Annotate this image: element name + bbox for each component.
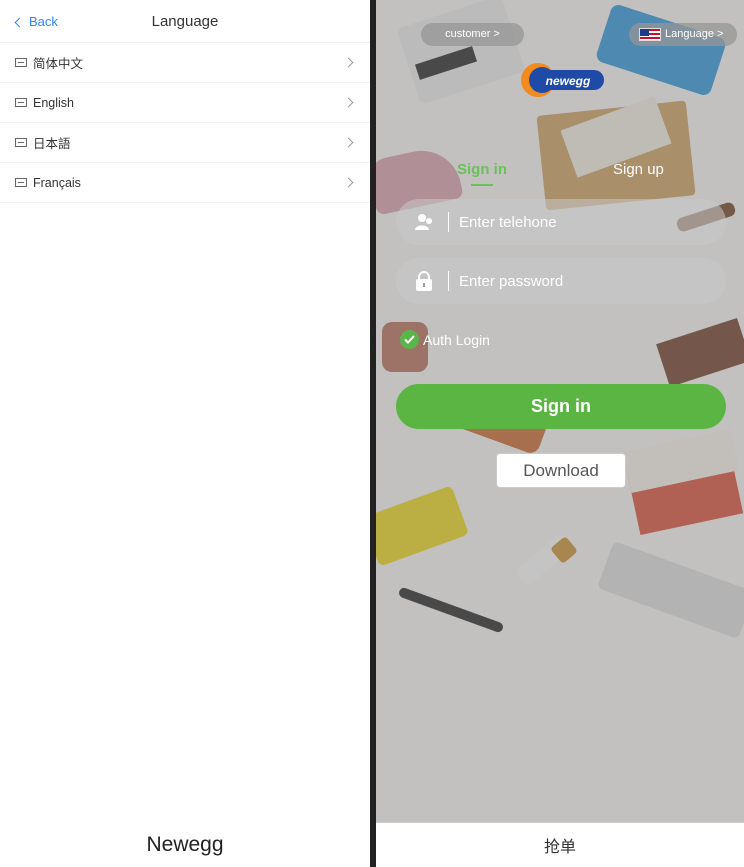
phone-field[interactable] — [396, 199, 726, 245]
check-icon — [400, 330, 419, 349]
flag-icon — [15, 138, 27, 147]
tab-sign-in[interactable]: Sign in — [457, 161, 507, 186]
language-item-chinese[interactable]: 简体中文 — [0, 43, 370, 83]
lock-icon — [414, 271, 434, 291]
chevron-right-icon — [343, 57, 354, 68]
flag-icon — [15, 58, 27, 67]
us-flag-icon — [639, 28, 661, 41]
chevron-right-icon — [343, 177, 354, 188]
language-label: 简体中文 — [33, 57, 84, 71]
phone-input[interactable] — [459, 213, 726, 231]
grab-order-footer[interactable]: 抢单 — [376, 822, 744, 867]
language-item-japanese[interactable]: 日本語 — [0, 123, 370, 163]
flag-icon — [15, 178, 27, 187]
language-button-label: Language > — [665, 28, 724, 40]
page-title: Language — [151, 13, 219, 30]
customer-button[interactable]: customer > — [421, 23, 524, 46]
language-panel: Back Language 简体中文 English 日本語 Français … — [0, 0, 370, 867]
tab-sign-up[interactable]: Sign up — [613, 161, 664, 178]
chevron-right-icon — [343, 137, 354, 148]
language-button[interactable]: Language > — [629, 23, 737, 46]
sign-in-button[interactable]: Sign in — [396, 384, 726, 429]
password-input[interactable] — [459, 272, 726, 290]
auth-login-toggle[interactable]: Auth Login — [400, 330, 490, 349]
language-label: English — [33, 95, 74, 110]
login-panel: customer > Language > newegg Sign in Sig… — [376, 0, 744, 867]
download-button[interactable]: Download — [496, 453, 626, 488]
app-name-footer: Newegg — [146, 833, 224, 856]
logo-text: newegg — [546, 74, 591, 88]
newegg-logo: newegg — [518, 60, 606, 100]
auth-login-label: Auth Login — [423, 331, 490, 348]
flag-icon — [15, 98, 27, 107]
language-item-english[interactable]: English — [0, 83, 370, 123]
user-icon — [414, 212, 434, 232]
language-item-french[interactable]: Français — [0, 163, 370, 203]
password-field[interactable] — [396, 258, 726, 304]
field-divider — [448, 212, 449, 232]
field-divider — [448, 271, 449, 291]
language-label: Français — [33, 175, 81, 190]
chevron-right-icon — [343, 97, 354, 108]
language-label: 日本語 — [33, 137, 71, 151]
language-header: Back Language — [0, 0, 370, 43]
